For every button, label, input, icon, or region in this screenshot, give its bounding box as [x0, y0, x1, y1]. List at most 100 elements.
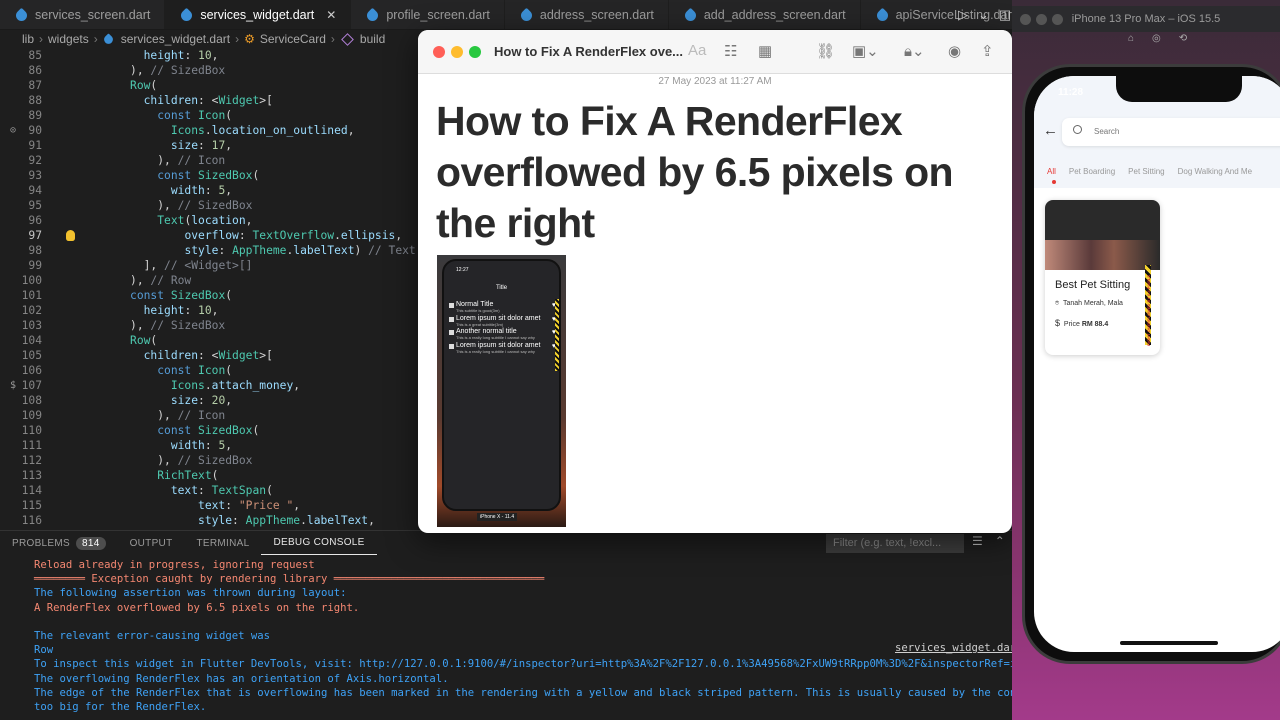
dart-file-icon — [874, 7, 890, 23]
line-number: 86 — [28, 64, 42, 77]
console-filter-input[interactable]: Filter (e.g. text, !excl... — [826, 534, 964, 553]
checkbox-icon — [449, 330, 454, 335]
service-title: Best Pet Sitting — [1055, 279, 1131, 291]
screenshot-icon[interactable]: ◎ — [1152, 33, 1161, 44]
media-icon[interactable]: ▣⌄ — [852, 42, 879, 60]
format-text-icon[interactable]: Aa — [688, 42, 706, 59]
editor-tab-bar: services_screen.dart services_widget.dart… — [0, 0, 1012, 30]
home-icon[interactable]: ⌂ — [1128, 33, 1134, 44]
code-text: children: <Widget>[ — [143, 349, 273, 362]
minimize-window-button[interactable] — [451, 46, 463, 58]
simulator-toolbar: ⌂ ◎ ⟲ — [1128, 33, 1187, 44]
panel-tab-terminal[interactable]: TERMINAL — [185, 531, 262, 555]
notes-window: How to Fix A RenderFlex ove... Aa ☷ ▦ ⛓ … — [418, 30, 1012, 533]
line-number: 114 — [21, 484, 42, 497]
editor-tab[interactable]: services_widget.dart ✕ — [165, 0, 352, 29]
search-icon — [1073, 125, 1082, 134]
share-person-icon[interactable]: ◉ — [948, 42, 961, 60]
note-screenshot-image[interactable]: 12:27 Title Normal Title This subtitle is… — [437, 255, 566, 527]
breadcrumb-item[interactable]: widgets — [48, 32, 89, 46]
line-number: 89 — [28, 109, 42, 122]
run-icon[interactable]: ▷ — [958, 7, 968, 23]
line-number: 104 — [21, 334, 42, 347]
editor-tab[interactable]: services_screen.dart — [0, 0, 166, 29]
line-number: 91 — [28, 139, 42, 152]
line-number: 99 — [28, 259, 42, 272]
notes-toolbar: How to Fix A RenderFlex ove... Aa ☷ ▦ ⛓ … — [418, 30, 1012, 74]
line-number: 98 — [28, 244, 42, 257]
breadcrumb-item[interactable]: lib — [22, 32, 34, 46]
search-input[interactable]: Search — [1062, 118, 1280, 146]
line-number: 110 — [21, 424, 42, 437]
service-card[interactable]: Best Pet Sitting ⌾ Tanah Merah, Mala $ P… — [1045, 200, 1160, 355]
service-price: $ Price RM 88.4 — [1055, 318, 1108, 328]
category-tab[interactable]: Pet Sitting — [1128, 167, 1164, 176]
console-line: Reload already in progress, ignoring req… — [34, 559, 315, 571]
console-line: The edge of the RenderFlex that is overf… — [34, 686, 1087, 699]
breadcrumb-item[interactable]: build — [360, 32, 385, 46]
editor-tab[interactable]: profile_screen.dart — [351, 0, 505, 29]
line-number: 106 — [21, 364, 42, 377]
checklist-icon[interactable]: ☷ — [724, 42, 737, 60]
back-arrow-icon[interactable]: ← — [1043, 122, 1058, 139]
panel-tab-label: TERMINAL — [196, 537, 250, 549]
console-line: too big for the RenderFlex. — [34, 701, 207, 713]
panel-tab-label: OUTPUT — [129, 537, 173, 549]
panel-tab-label: DEBUG CONSOLE — [273, 537, 365, 548]
tab-actions: ▷ ⌄ ◫ — [958, 0, 1011, 30]
list-icon[interactable]: ☰ — [972, 534, 983, 548]
lock-icon[interactable]: 🔒︎⌄ — [904, 42, 925, 60]
simulator-titlebar: iPhone 13 Pro Max – iOS 15.5 — [1012, 6, 1280, 32]
split-editor-icon[interactable]: ◫ — [999, 7, 1011, 23]
service-image — [1045, 200, 1160, 270]
active-indicator — [1052, 180, 1056, 184]
editor-tab[interactable]: add_address_screen.dart — [669, 0, 861, 29]
code-text: size: 20, — [170, 394, 233, 407]
line-number: 101 — [21, 289, 42, 302]
close-tab-icon[interactable]: ✕ — [326, 8, 336, 22]
chevron-up-icon[interactable]: ⌃ — [995, 534, 1005, 548]
code-text: style: AppTheme.labelText, — [198, 514, 375, 527]
rotate-icon[interactable]: ⟲ — [1179, 33, 1187, 44]
zoom-window-button[interactable] — [469, 46, 481, 58]
tab-label: services_screen.dart — [35, 8, 151, 22]
panel-tab-debug-console[interactable]: DEBUG CONSOLE — [261, 531, 377, 555]
collaborate-icon[interactable]: ⛓ — [816, 42, 835, 60]
category-tab[interactable]: Dog Walking And Me — [1178, 167, 1252, 176]
category-tab[interactable]: All — [1047, 167, 1056, 176]
breadcrumb-item[interactable]: services_widget.dart — [121, 32, 230, 46]
phone-status-time: 12:27 — [456, 267, 469, 273]
method-icon — [341, 32, 354, 46]
overflow-stripe — [555, 299, 559, 371]
table-icon[interactable]: ▦ — [758, 42, 772, 60]
note-date: 27 May 2023 at 11:27 AM — [658, 76, 772, 87]
line-number: 85 — [28, 49, 42, 62]
list-item-subtitle: This is a great subtitle(3m) — [456, 321, 504, 327]
line-number: 112 — [21, 454, 42, 467]
simulator-title: iPhone 13 Pro Max – iOS 15.5 — [1071, 13, 1221, 25]
dart-file-icon — [682, 7, 699, 23]
list-item-title: Lorem ipsum sit dolor amet — [456, 314, 541, 322]
line-number: 100 — [21, 274, 42, 287]
line-number: 87 — [28, 79, 42, 92]
tab-label: add_address_screen.dart — [703, 8, 846, 22]
panel-tab-problems[interactable]: PROBLEMS 814 — [0, 531, 118, 555]
dart-file-icon — [518, 7, 535, 23]
chevron-down-icon[interactable]: ⌄ — [978, 7, 989, 23]
editor-tab[interactable]: address_screen.dart — [505, 0, 669, 29]
overflow-warning-text: RIGHT OVERFLOWED BY 6.5 PIXELS — [1146, 275, 1151, 346]
close-window-button[interactable] — [433, 46, 445, 58]
status-time: 11:28 — [1058, 87, 1084, 98]
list-item-subtitle: This is a really long subtitle I cannot … — [456, 335, 535, 340]
share-icon[interactable]: ⇪ — [981, 42, 994, 60]
note-heading[interactable]: How to Fix A RenderFlex overflowed by 6.… — [436, 96, 1006, 249]
list-item: Lorem ipsum sit dolor amet This is a real… — [449, 342, 556, 354]
category-tab[interactable]: Pet Boarding — [1069, 167, 1115, 176]
code-text: style: AppTheme.labelText) // Text — [184, 244, 416, 257]
panel-tab-output[interactable]: OUTPUT — [118, 531, 185, 555]
line-number: 93 — [28, 169, 42, 182]
line-number: 102 — [21, 304, 42, 317]
price-label: Price — [1063, 321, 1080, 328]
breadcrumb-item[interactable]: ServiceCard — [260, 32, 326, 46]
console-line: To inspect this widget in Flutter DevToo… — [34, 658, 1093, 671]
